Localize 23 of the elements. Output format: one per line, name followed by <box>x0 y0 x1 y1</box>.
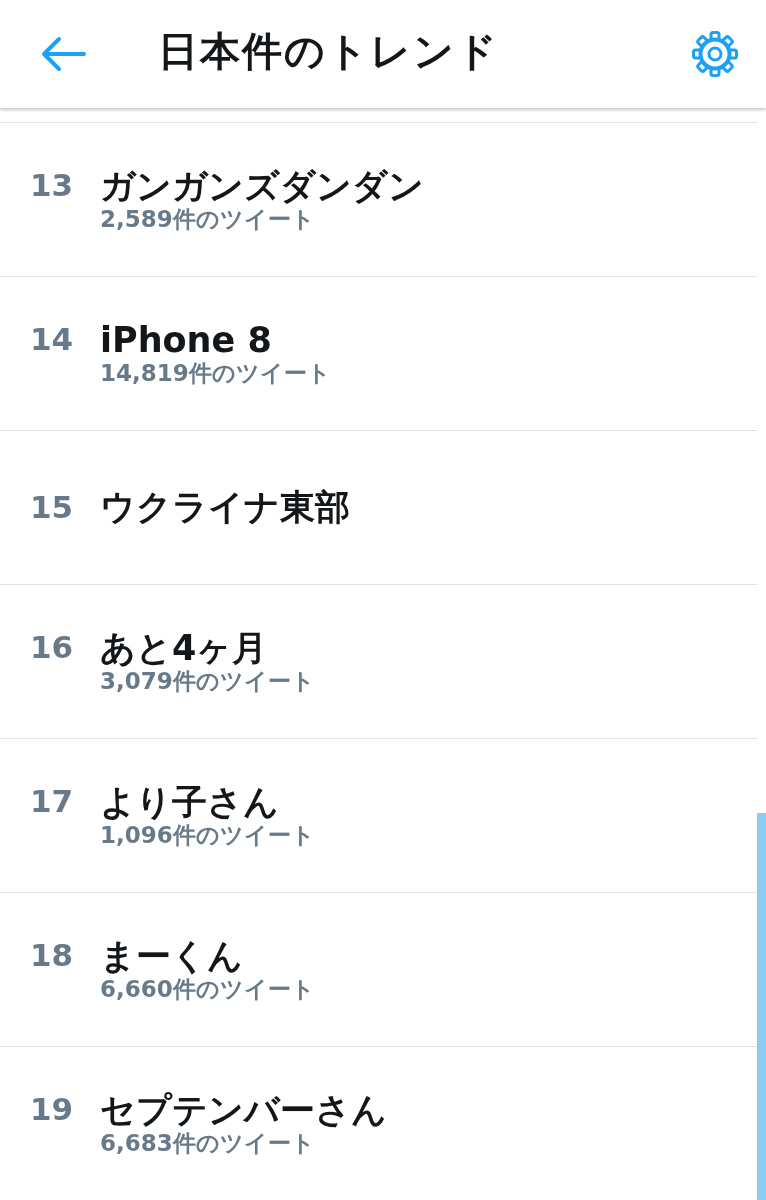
trend-name: より子さん <box>100 781 279 822</box>
trend-name: ウクライナ東部 <box>100 487 350 528</box>
trend-name: セプテンバーさん <box>100 1089 387 1130</box>
settings-icon[interactable] <box>692 31 738 77</box>
rank-number: 19 <box>30 1091 74 1129</box>
back-arrow-icon[interactable] <box>40 36 86 72</box>
tweet-count: 6,683件のツイート <box>100 1129 315 1158</box>
rank-number: 15 <box>30 488 74 527</box>
rank-number: 14 <box>30 321 74 359</box>
trend-name: ガンガンズダンダン <box>100 165 424 206</box>
rank-number: 16 <box>30 629 74 667</box>
tweet-count: 6,660件のツイート <box>100 975 315 1004</box>
rank-number: 17 <box>30 783 74 821</box>
rank-number: 13 <box>30 167 74 205</box>
page-title: 日本件のトレンド <box>158 27 500 76</box>
tweet-count: 3,079件のツイート <box>100 667 315 696</box>
rank-number: 18 <box>30 937 74 975</box>
trend-name: あと4ヶ月 <box>100 627 268 668</box>
tweet-count: 14,819件のツイート <box>100 359 331 388</box>
tweet-count: 2,589件のツイート <box>100 205 315 234</box>
trend-name: iPhone 8 <box>100 319 272 360</box>
tweet-count: 1,096件のツイート <box>100 821 315 850</box>
trend-name: まーくん <box>100 935 243 976</box>
